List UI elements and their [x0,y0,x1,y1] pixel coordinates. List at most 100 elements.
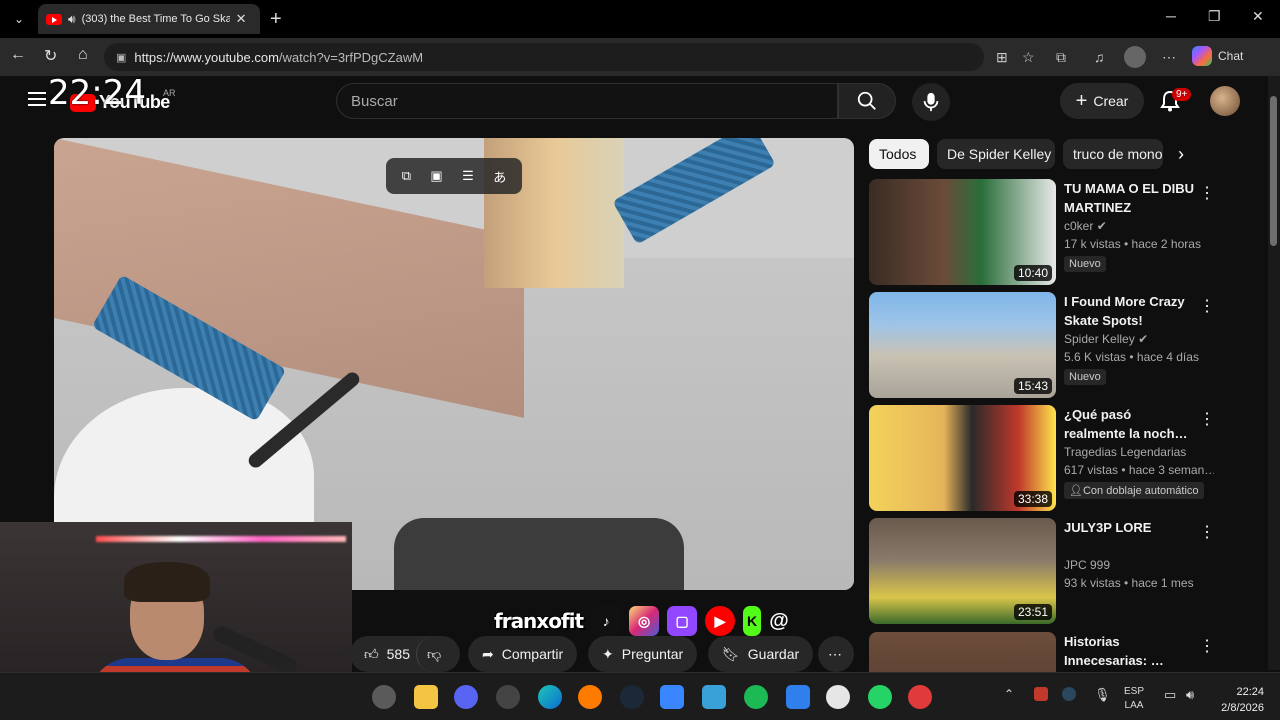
scrollbar-thumb[interactable] [1270,96,1277,246]
new-badge: Nuevo [1064,256,1106,272]
address-bar[interactable]: ▣ https://www.youtube.com/watch?v=3rfPDg… [104,43,984,71]
tray-chevron-up-icon[interactable]: ⌃ [1004,687,1014,701]
create-label: Crear [1093,93,1129,109]
like-count: 585 [386,646,410,662]
tab-actions-menu-button[interactable]: ⌄ [6,6,32,32]
search-button[interactable] [838,83,896,119]
reload-icon[interactable]: ↻ [44,46,57,66]
dislike-button[interactable]: 👎︎ [416,636,458,672]
more-vert-icon[interactable]: ⋮ [1199,409,1215,429]
photos-icon[interactable] [702,685,726,709]
recommendation-item[interactable]: 23:51 JULY3P LORE JPC 999 93 k vistas • … [869,518,1259,624]
verified-icon: ✔︎ [1138,332,1149,346]
system-clock[interactable]: 22:24 2/8/2026 [1210,684,1264,716]
picture-in-picture-icon[interactable]: ▣ [430,168,442,184]
video-meta: 93 k vistas • hace 1 mes [1064,576,1194,590]
video-title[interactable]: JULY3P LORE [1064,518,1194,537]
channel-name[interactable]: JPC 999 [1064,558,1110,572]
obs-icon[interactable] [496,685,520,709]
site-info-icon[interactable]: ▣ [116,51,126,64]
media-control-icon[interactable]: ♫ [1094,49,1105,65]
app-available-icon[interactable]: ⊞ [996,49,1008,66]
microsoft-store-icon[interactable] [660,685,684,709]
speaker-icon[interactable]: 🔊︎ [68,12,76,27]
search-icon [857,91,876,110]
chip-truco-de-mono[interactable]: truco de mono [1063,139,1163,169]
copilot-chat-button[interactable]: Chat [1192,46,1243,66]
video-thumbnail[interactable]: 10:40 [869,179,1056,285]
chip-todos[interactable]: Todos [869,139,929,169]
recommendation-item[interactable]: Historias Innecesarias: … ⋮ [869,632,1259,672]
more-vert-icon[interactable]: ⋮ [1199,296,1215,316]
browser-tab-strip: ⌄ 🔊︎ (303) the Best Time To Go Skat ✕ + … [0,0,1280,38]
transcript-icon[interactable]: ☰ [462,168,474,184]
video-meta: 617 vistas • hace 3 seman… [1064,463,1214,477]
windows-taskbar: ⌃ 🎙︎ ESP LAA ▭ 🔊︎ 22:24 2/8/2026 [0,672,1280,720]
tray-microphone-icon[interactable]: 🎙︎ [1094,687,1111,703]
recommendation-item[interactable]: 15:43 I Found More Crazy Skate Spots! Sp… [869,292,1259,398]
network-icon[interactable]: ▭ [1164,687,1176,703]
recommendation-item[interactable]: 33:38 ¿Qué pasó realmente la noch… Trage… [869,405,1259,511]
search-input[interactable] [351,92,837,110]
fl-studio-icon[interactable] [578,685,602,709]
video-duration: 33:38 [1013,491,1052,507]
video-thumbnail[interactable] [869,632,1056,672]
miniplayer-icon[interactable]: ⧉ [402,168,411,184]
steam-icon[interactable] [620,685,644,709]
more-actions-button[interactable]: ⋯ [818,636,854,672]
recorder-icon[interactable] [908,685,932,709]
youtube-favicon-icon [46,13,62,25]
create-button[interactable]: + Crear [1060,83,1144,119]
voice-search-button[interactable] [912,83,950,121]
tray-steam-icon[interactable] [1062,687,1076,701]
share-button[interactable]: ➦ Compartir [468,636,578,672]
more-icon: ⋯ [828,645,842,662]
channel-name[interactable]: Spider Kelley ✔︎ [1064,332,1148,346]
save-button[interactable]: 🔖︎ Guardar [708,636,814,672]
channel-name[interactable]: c0ker ✔︎ [1064,219,1107,233]
file-explorer-icon[interactable] [414,685,438,709]
close-tab-icon[interactable]: ✕ [236,11,247,27]
chevron-right-icon[interactable]: › [1178,144,1184,165]
recommendation-item[interactable]: 10:40 TU MAMA O EL DIBU MARTINEZ c0ker ✔… [869,179,1259,285]
favorite-star-icon[interactable]: ☆ [1022,49,1035,66]
more-vert-icon[interactable]: ⋮ [1199,636,1215,656]
video-thumbnail[interactable]: 33:38 [869,405,1056,511]
minimize-button[interactable]: ─ [1166,8,1176,24]
channel-name[interactable]: Tragedias Legendarias [1064,445,1186,459]
discord-icon[interactable] [454,685,478,709]
video-thumbnail[interactable]: 15:43 [869,292,1056,398]
menu-icon[interactable] [28,92,46,110]
plus-icon: + [1075,89,1088,112]
feed-app-icon[interactable] [744,685,768,709]
video-thumbnail[interactable]: 23:51 [869,518,1056,624]
close-window-button[interactable]: ✕ [1252,8,1264,25]
account-avatar[interactable] [1210,86,1240,116]
more-vert-icon[interactable]: ⋮ [1199,522,1215,542]
active-tab[interactable]: 🔊︎ (303) the Best Time To Go Skat ✕ [38,4,260,34]
xbox-icon[interactable] [826,685,850,709]
extensions-icon[interactable]: ⧉ [1056,49,1066,66]
whatsapp-icon[interactable] [868,685,892,709]
input-language[interactable]: ESP LAA [1124,685,1144,713]
volume-icon[interactable]: 🔊︎ [1186,687,1194,703]
browser-profile-avatar[interactable] [1124,46,1146,68]
video-title[interactable]: ¿Qué pasó realmente la noch… [1064,405,1194,443]
shield-app-icon[interactable] [372,685,396,709]
ask-button[interactable]: ✦ Preguntar [588,636,698,672]
more-vert-icon[interactable]: ⋮ [1199,183,1215,203]
back-arrow-icon[interactable]: ← [10,46,26,64]
tray-app-icon[interactable] [1034,687,1048,701]
maps-app-icon[interactable] [786,685,810,709]
video-title[interactable]: Historias Innecesarias: … [1064,632,1194,670]
home-icon[interactable]: ⌂ [78,46,88,64]
video-title[interactable]: TU MAMA O EL DIBU MARTINEZ [1064,179,1194,217]
translate-icon[interactable]: あ [493,167,506,186]
maximize-button[interactable]: ❐ [1208,8,1221,25]
video-title[interactable]: I Found More Crazy Skate Spots! [1064,292,1194,330]
edge-browser-icon[interactable] [538,685,562,709]
page-scrollbar[interactable] [1268,76,1280,670]
chip-de-spider-kelley[interactable]: De Spider Kelley [937,139,1055,169]
more-options-icon[interactable]: ⋯ [1162,49,1176,66]
new-tab-button[interactable]: + [270,8,282,31]
